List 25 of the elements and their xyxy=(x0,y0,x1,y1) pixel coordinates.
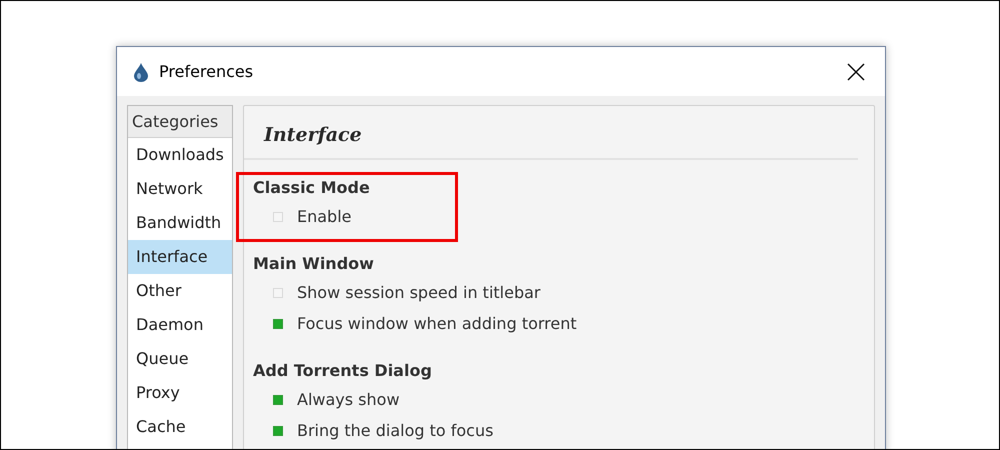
category-item[interactable]: Queue xyxy=(128,342,232,376)
category-item[interactable]: Other xyxy=(128,274,232,308)
category-item[interactable]: Cache xyxy=(128,410,232,444)
option-label: Enable xyxy=(297,207,352,226)
option-label: Focus window when adding torrent xyxy=(297,314,577,333)
section-title: Main Window xyxy=(253,253,375,275)
list-header: Categories xyxy=(128,106,232,138)
category-item[interactable]: Interface xyxy=(128,240,232,274)
window-title: Preferences xyxy=(159,62,254,81)
checkbox[interactable] xyxy=(273,426,283,436)
checkbox[interactable] xyxy=(273,394,283,404)
section-title: Add Torrents Dialog xyxy=(253,360,433,382)
checkbox[interactable] xyxy=(273,318,283,328)
category-item[interactable]: Bandwidth xyxy=(128,206,232,240)
category-item[interactable]: Daemon xyxy=(128,308,232,342)
category-item[interactable]: Proxy xyxy=(128,376,232,410)
category-item[interactable]: Network xyxy=(128,172,232,206)
option-label: Bring the dialog to focus xyxy=(297,421,494,440)
option-label: Always show xyxy=(297,390,400,409)
drop-icon xyxy=(133,62,149,82)
option-label: Show session speed in titlebar xyxy=(297,283,540,302)
category-item[interactable]: Downloads xyxy=(128,138,232,172)
page-title: Interface xyxy=(244,106,858,160)
close-icon xyxy=(847,62,865,80)
section-title: Classic Mode xyxy=(253,177,371,199)
